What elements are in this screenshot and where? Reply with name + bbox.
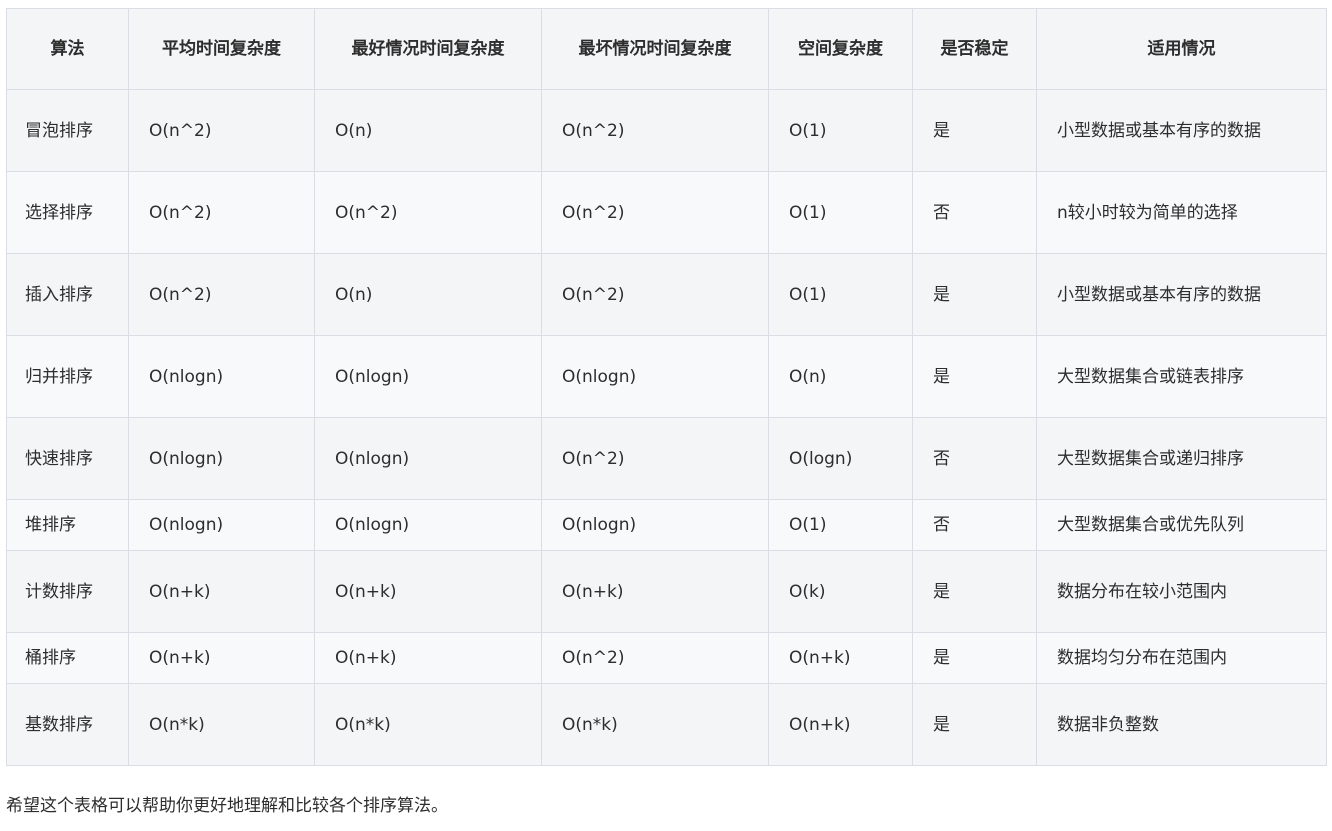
cell-algorithm: 堆排序 bbox=[6, 499, 129, 551]
cell-worst-time: O(n^2) bbox=[541, 253, 769, 336]
cell-best-time: O(nlogn) bbox=[314, 417, 542, 500]
cell-use-case: 小型数据或基本有序的数据 bbox=[1036, 253, 1327, 336]
cell-worst-time: O(n^2) bbox=[541, 632, 769, 684]
cell-space: O(n) bbox=[768, 335, 913, 418]
cell-average-time: O(nlogn) bbox=[128, 417, 315, 500]
cell-worst-time: O(nlogn) bbox=[541, 335, 769, 418]
chat-response: 算法 平均时间复杂度 最好情况时间复杂度 最坏情况时间复杂度 空间复杂度 是否稳… bbox=[0, 0, 1332, 831]
cell-stable: 否 bbox=[912, 499, 1037, 551]
table-row: 冒泡排序 O(n^2) O(n) O(n^2) O(1) 是 小型数据或基本有序… bbox=[6, 89, 1327, 172]
cell-stable: 是 bbox=[912, 550, 1037, 633]
cell-use-case: 大型数据集合或递归排序 bbox=[1036, 417, 1327, 500]
header-use-case: 适用情况 bbox=[1036, 8, 1327, 90]
table-row: 归并排序 O(nlogn) O(nlogn) O(nlogn) O(n) 是 大… bbox=[6, 335, 1327, 418]
cell-use-case: 大型数据集合或优先队列 bbox=[1036, 499, 1327, 551]
table-row: 插入排序 O(n^2) O(n) O(n^2) O(1) 是 小型数据或基本有序… bbox=[6, 253, 1327, 336]
cell-best-time: O(nlogn) bbox=[314, 335, 542, 418]
cell-stable: 是 bbox=[912, 253, 1037, 336]
cell-space: O(1) bbox=[768, 171, 913, 254]
table-row: 计数排序 O(n+k) O(n+k) O(n+k) O(k) 是 数据分布在较小… bbox=[6, 550, 1327, 633]
cell-space: O(logn) bbox=[768, 417, 913, 500]
cell-worst-time: O(nlogn) bbox=[541, 499, 769, 551]
cell-algorithm: 归并排序 bbox=[6, 335, 129, 418]
table-row: 快速排序 O(nlogn) O(nlogn) O(n^2) O(logn) 否 … bbox=[6, 417, 1327, 500]
cell-algorithm: 计数排序 bbox=[6, 550, 129, 633]
cell-best-time: O(nlogn) bbox=[314, 499, 542, 551]
cell-use-case: 小型数据或基本有序的数据 bbox=[1036, 89, 1327, 172]
cell-best-time: O(n+k) bbox=[314, 632, 542, 684]
cell-space: O(1) bbox=[768, 499, 913, 551]
cell-space: O(n+k) bbox=[768, 683, 913, 766]
cell-worst-time: O(n*k) bbox=[541, 683, 769, 766]
cell-algorithm: 快速排序 bbox=[6, 417, 129, 500]
header-worst-time: 最坏情况时间复杂度 bbox=[541, 8, 769, 90]
cell-best-time: O(n+k) bbox=[314, 550, 542, 633]
header-average-time: 平均时间复杂度 bbox=[128, 8, 315, 90]
cell-stable: 是 bbox=[912, 335, 1037, 418]
cell-stable: 否 bbox=[912, 171, 1037, 254]
header-algorithm: 算法 bbox=[6, 8, 129, 90]
cell-algorithm: 基数排序 bbox=[6, 683, 129, 766]
cell-best-time: O(n) bbox=[314, 89, 542, 172]
cell-algorithm: 冒泡排序 bbox=[6, 89, 129, 172]
header-space: 空间复杂度 bbox=[768, 8, 913, 90]
cell-worst-time: O(n+k) bbox=[541, 550, 769, 633]
cell-average-time: O(n*k) bbox=[128, 683, 315, 766]
cell-stable: 是 bbox=[912, 632, 1037, 684]
cell-best-time: O(n*k) bbox=[314, 683, 542, 766]
table-row: 桶排序 O(n+k) O(n+k) O(n^2) O(n+k) 是 数据均匀分布… bbox=[6, 632, 1327, 684]
cell-best-time: O(n) bbox=[314, 253, 542, 336]
cell-use-case: 大型数据集合或链表排序 bbox=[1036, 335, 1327, 418]
table-header-row: 算法 平均时间复杂度 最好情况时间复杂度 最坏情况时间复杂度 空间复杂度 是否稳… bbox=[6, 8, 1327, 90]
cell-stable: 是 bbox=[912, 89, 1037, 172]
cell-space: O(k) bbox=[768, 550, 913, 633]
footer-note: 希望这个表格可以帮助你更好地理解和比较各个排序算法。 bbox=[6, 796, 448, 816]
cell-use-case: 数据均匀分布在范围内 bbox=[1036, 632, 1327, 684]
table-row: 基数排序 O(n*k) O(n*k) O(n*k) O(n+k) 是 数据非负整… bbox=[6, 683, 1327, 766]
cell-space: O(1) bbox=[768, 253, 913, 336]
cell-space: O(n+k) bbox=[768, 632, 913, 684]
cell-average-time: O(n+k) bbox=[128, 632, 315, 684]
cell-average-time: O(n^2) bbox=[128, 171, 315, 254]
cell-average-time: O(n^2) bbox=[128, 89, 315, 172]
cell-algorithm: 插入排序 bbox=[6, 253, 129, 336]
sorting-algorithms-table: 算法 平均时间复杂度 最好情况时间复杂度 最坏情况时间复杂度 空间复杂度 是否稳… bbox=[6, 8, 1327, 766]
cell-stable: 是 bbox=[912, 683, 1037, 766]
cell-average-time: O(nlogn) bbox=[128, 335, 315, 418]
header-best-time: 最好情况时间复杂度 bbox=[314, 8, 542, 90]
cell-stable: 否 bbox=[912, 417, 1037, 500]
header-stable: 是否稳定 bbox=[912, 8, 1037, 90]
cell-average-time: O(n^2) bbox=[128, 253, 315, 336]
cell-average-time: O(nlogn) bbox=[128, 499, 315, 551]
table-row: 堆排序 O(nlogn) O(nlogn) O(nlogn) O(1) 否 大型… bbox=[6, 499, 1327, 551]
cell-worst-time: O(n^2) bbox=[541, 171, 769, 254]
cell-algorithm: 选择排序 bbox=[6, 171, 129, 254]
cell-average-time: O(n+k) bbox=[128, 550, 315, 633]
cell-use-case: 数据分布在较小范围内 bbox=[1036, 550, 1327, 633]
cell-worst-time: O(n^2) bbox=[541, 417, 769, 500]
cell-use-case: 数据非负整数 bbox=[1036, 683, 1327, 766]
cell-worst-time: O(n^2) bbox=[541, 89, 769, 172]
cell-best-time: O(n^2) bbox=[314, 171, 542, 254]
cell-use-case: n较小时较为简单的选择 bbox=[1036, 171, 1327, 254]
cell-algorithm: 桶排序 bbox=[6, 632, 129, 684]
cell-space: O(1) bbox=[768, 89, 913, 172]
table-row: 选择排序 O(n^2) O(n^2) O(n^2) O(1) 否 n较小时较为简… bbox=[6, 171, 1327, 254]
